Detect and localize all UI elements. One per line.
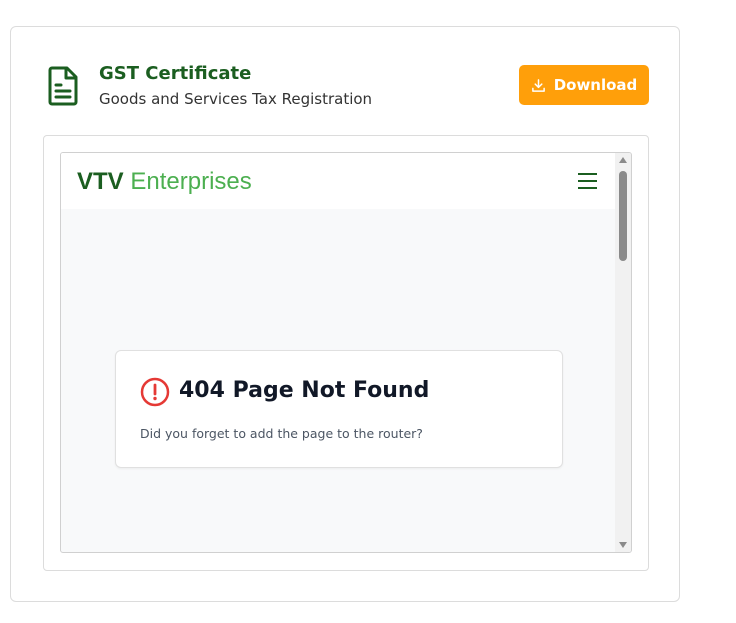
embedded-navbar: VTV Enterprises [61, 153, 616, 209]
download-icon [531, 78, 545, 92]
certificate-title: GST Certificate [99, 63, 252, 84]
certificate-subtitle: Goods and Services Tax Registration [99, 90, 373, 108]
document-icon [48, 66, 78, 106]
certificate-card: GST Certificate Goods and Services Tax R… [10, 26, 680, 602]
download-label: Download [553, 76, 638, 94]
embedded-page[interactable]: VTV Enterprises 404 Page Not Found Did y… [60, 152, 632, 553]
brand-logo[interactable]: VTV Enterprises [77, 168, 252, 196]
hamburger-menu-icon[interactable] [578, 173, 597, 189]
error-card: 404 Page Not Found Did you forget to add… [115, 350, 563, 468]
alert-circle-icon [140, 377, 170, 407]
error-message: Did you forget to add the page to the ro… [140, 426, 423, 441]
scroll-down-arrow-icon[interactable] [619, 542, 627, 548]
brand-light-text: Enterprises [130, 168, 252, 195]
scroll-thumb[interactable] [619, 171, 627, 261]
brand-strong-text: VTV [77, 168, 124, 195]
vertical-scrollbar[interactable] [615, 153, 631, 552]
certificate-preview-frame: VTV Enterprises 404 Page Not Found Did y… [43, 135, 649, 571]
scroll-up-arrow-icon[interactable] [619, 157, 627, 163]
error-title: 404 Page Not Found [179, 378, 430, 403]
download-button[interactable]: Download [519, 65, 649, 105]
